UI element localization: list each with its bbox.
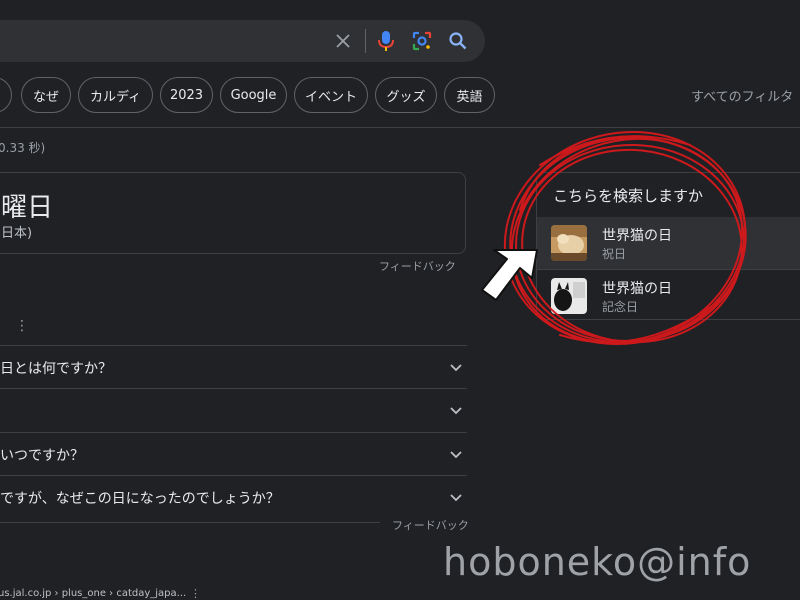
result-url[interactable]: us.jal.co.jp › plus_one › catday_japa... <box>0 588 186 599</box>
faq-question[interactable]: 日とは何ですか？ <box>0 358 112 378</box>
faq-divider <box>0 345 467 346</box>
feedback-link[interactable]: フィードバック <box>379 258 456 274</box>
watermark: hoboneko@info <box>443 540 752 584</box>
suggestion-subtitle: 祝日 <box>602 247 627 261</box>
divider <box>0 127 800 128</box>
feedback-link[interactable]: フィードバック <box>392 517 469 533</box>
mic-icon[interactable] <box>373 28 399 54</box>
more-options-icon[interactable]: ⋮ <box>15 318 29 334</box>
suggestion-panel: こちらを検索しますか 世界猫の日 祝日 世界猫の日 記念日 <box>536 172 800 320</box>
faq-question[interactable]: ですが、なぜこの日になったのでしょうか？ <box>0 488 280 508</box>
chevron-down-icon[interactable] <box>448 402 464 418</box>
chip-4[interactable]: Google <box>220 77 287 113</box>
faq-divider <box>0 475 467 476</box>
close-icon[interactable] <box>330 28 356 54</box>
search-icon[interactable] <box>445 28 471 54</box>
answer-value: 曜日 <box>1 193 54 223</box>
cat-thumbnail <box>551 278 587 314</box>
chip-0[interactable]: ず <box>0 77 12 113</box>
answer-card: 曜日 日本) <box>0 172 466 254</box>
search-bar[interactable] <box>0 20 485 62</box>
chip-3[interactable]: 2023 <box>160 77 213 113</box>
chip-5[interactable]: イベント <box>294 77 368 113</box>
chip-6[interactable]: グッズ <box>375 77 437 113</box>
chevron-down-icon[interactable] <box>448 446 464 462</box>
search-divider <box>365 29 366 53</box>
cat-thumbnail <box>551 225 587 261</box>
pointer-arrow-icon <box>481 249 538 301</box>
chevron-down-icon[interactable] <box>448 489 464 505</box>
faq-divider <box>0 522 380 523</box>
chip-1[interactable]: なぜ <box>21 77 71 113</box>
chip-7[interactable]: 英語 <box>444 77 495 113</box>
all-filters-button[interactable]: すべてのフィルタ <box>691 86 793 105</box>
suggestion-name: 世界猫の日 <box>602 281 672 297</box>
faq-divider <box>0 432 467 433</box>
faq-question[interactable]: いつですか？ <box>0 445 84 465</box>
suggestion-name: 世界猫の日 <box>602 228 672 244</box>
suggestion-item[interactable]: 世界猫の日 記念日 <box>537 270 800 322</box>
faq-divider <box>0 388 467 389</box>
suggestion-subtitle: 記念日 <box>602 300 639 314</box>
lens-icon[interactable] <box>409 28 435 54</box>
more-options-icon[interactable]: ⋮ <box>190 587 201 600</box>
result-stats: 0.33 秒) <box>0 141 46 155</box>
chevron-down-icon[interactable] <box>448 359 464 375</box>
chip-2[interactable]: カルディ <box>78 77 153 113</box>
suggestion-title: こちらを検索しますか <box>553 187 704 205</box>
suggestion-item[interactable]: 世界猫の日 祝日 <box>537 217 800 269</box>
answer-subtext: 日本) <box>1 226 33 241</box>
